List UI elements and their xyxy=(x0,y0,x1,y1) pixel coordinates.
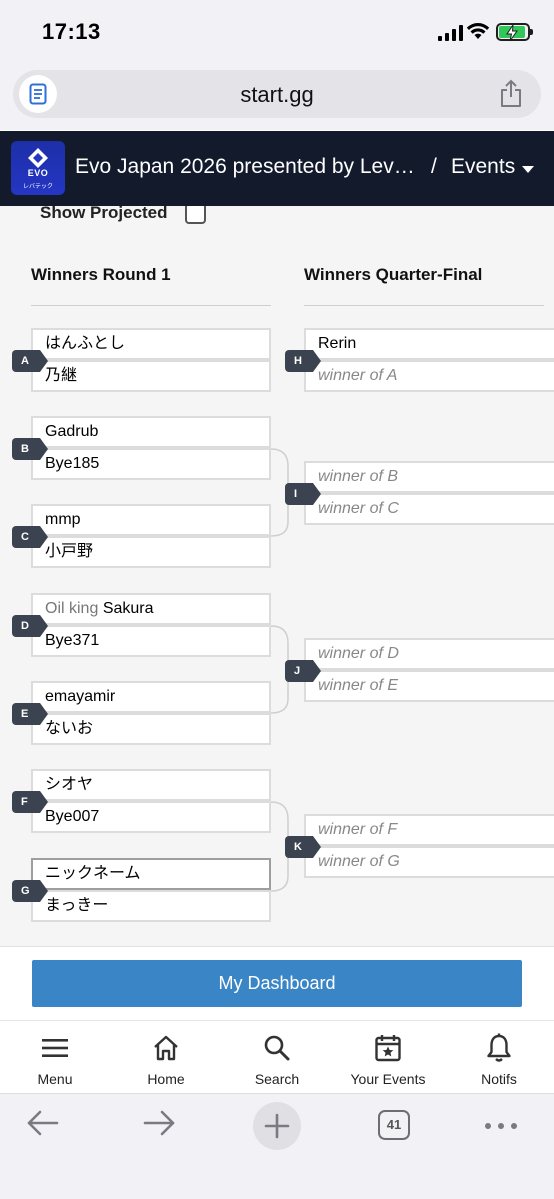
bracket-match[interactable]: Rerin winner of A xyxy=(304,328,554,393)
match-id-badge: H xyxy=(285,350,321,372)
cellular-signal-icon xyxy=(438,24,463,41)
calendar-star-icon xyxy=(375,1035,401,1062)
bell-icon xyxy=(487,1033,511,1062)
bracket-match[interactable]: シオヤ Bye007 xyxy=(31,769,271,834)
match-id-badge: A xyxy=(12,350,48,372)
match-entrant[interactable]: winner of D xyxy=(304,638,554,670)
match-id-badge: D xyxy=(12,615,48,637)
browser-toolbar: 41 xyxy=(0,1093,554,1199)
caret-down-icon[interactable] xyxy=(522,166,534,173)
match-entrant[interactable]: はんふとし xyxy=(31,328,271,360)
tabs-button[interactable]: 41 xyxy=(378,1110,410,1140)
match-id-badge: E xyxy=(12,703,48,725)
bracket-match[interactable]: emayamir ないお xyxy=(31,681,271,746)
match-entrant[interactable]: 小戸野 xyxy=(31,536,271,568)
tab-count: 41 xyxy=(378,1110,410,1140)
match-entrant[interactable]: Rerin xyxy=(304,328,554,360)
arrow-right-icon xyxy=(143,1110,175,1136)
match-entrant[interactable]: Oil king Sakura xyxy=(31,593,271,625)
bracket-match[interactable]: mmp 小戸野 xyxy=(31,504,271,569)
status-time: 17:13 xyxy=(42,19,101,44)
tab-your-events[interactable]: Your Events xyxy=(333,1033,443,1087)
match-entrant[interactable]: Gadrub xyxy=(31,416,271,448)
wifi-icon xyxy=(466,23,490,39)
plus-icon xyxy=(264,1113,290,1139)
status-bar: 17:13 xyxy=(0,0,554,64)
tab-label: Home xyxy=(147,1071,185,1087)
menu-icon xyxy=(42,1039,68,1057)
match-entrant[interactable]: winner of C xyxy=(304,493,554,525)
tab-home[interactable]: Home xyxy=(111,1033,221,1087)
match-id-badge: J xyxy=(285,660,321,682)
logo-brand-text: EVO xyxy=(27,168,49,178)
bracket-view[interactable]: Show Projected Winners Round 1 Winners Q… xyxy=(0,206,554,946)
dashboard-bar: My Dashboard xyxy=(0,946,554,1020)
breadcrumb-separator: / xyxy=(431,155,437,178)
match-entrant[interactable]: winner of G xyxy=(304,846,554,878)
match-id-badge: B xyxy=(12,438,48,460)
bracket-match[interactable]: Oil king Sakura Bye371 xyxy=(31,593,271,658)
bracket-match[interactable]: winner of B winner of C xyxy=(304,461,554,526)
match-entrant[interactable]: まっきー xyxy=(31,890,271,922)
address-bar[interactable]: start.gg xyxy=(13,70,541,118)
match-entrant[interactable]: Bye371 xyxy=(31,625,271,657)
match-entrant[interactable]: ないお xyxy=(31,713,271,745)
home-icon xyxy=(154,1035,178,1061)
new-tab-button[interactable] xyxy=(253,1102,301,1150)
battery-charging-icon xyxy=(496,23,533,42)
tab-label: Your Events xyxy=(350,1071,426,1087)
tournament-title[interactable]: Evo Japan 2026 presented by Levtech xyxy=(75,155,420,179)
more-dots-icon xyxy=(485,1123,517,1129)
match-entrant[interactable]: 乃継 xyxy=(31,360,271,392)
my-dashboard-button[interactable]: My Dashboard xyxy=(32,960,522,1007)
match-id-badge: F xyxy=(12,791,48,813)
url-text: start.gg xyxy=(240,82,314,107)
match-entrant[interactable]: Bye007 xyxy=(31,801,271,833)
forward-button[interactable] xyxy=(142,1108,176,1138)
tab-menu[interactable]: Menu xyxy=(0,1033,110,1087)
match-entrant[interactable]: ニックネーム xyxy=(31,858,271,890)
sponsor-prefix: Oil king xyxy=(45,600,99,617)
events-dropdown[interactable]: Events xyxy=(451,155,515,179)
bracket-match[interactable]: winner of F winner of G xyxy=(304,814,554,879)
match-id-badge: G xyxy=(12,880,48,902)
tournament-logo[interactable]: EVO レバテック xyxy=(11,141,65,195)
match-entrant[interactable]: mmp xyxy=(31,504,271,536)
match-entrant[interactable]: winner of B xyxy=(304,461,554,493)
arrow-left-icon xyxy=(27,1110,59,1136)
browser-address-area: start.gg xyxy=(0,64,554,130)
back-button[interactable] xyxy=(26,1108,60,1138)
share-button[interactable] xyxy=(499,79,523,114)
site-tab-bar: Menu Home Search Your Events Notifs xyxy=(0,1020,554,1093)
match-entrant[interactable]: emayamir xyxy=(31,681,271,713)
evo-logo-mark xyxy=(28,148,48,168)
tab-label: Search xyxy=(254,1071,300,1087)
logo-sub-text: レバテック xyxy=(22,184,53,190)
bracket-match[interactable]: ニックネーム まっきー xyxy=(31,858,271,923)
match-entrant[interactable]: シオヤ xyxy=(31,769,271,801)
match-entrant[interactable]: winner of A xyxy=(304,360,554,392)
match-id-badge: C xyxy=(12,526,48,548)
search-icon xyxy=(264,1035,290,1061)
match-entrant[interactable]: winner of E xyxy=(304,670,554,702)
bracket-match[interactable]: Gadrub Bye185 xyxy=(31,416,271,481)
match-entrant[interactable]: winner of F xyxy=(304,814,554,846)
match-id-badge: K xyxy=(285,836,321,858)
tab-search[interactable]: Search xyxy=(222,1033,332,1087)
bracket-match[interactable]: winner of D winner of E xyxy=(304,638,554,703)
tab-notifs[interactable]: Notifs xyxy=(444,1033,554,1087)
entrant-name: Sakura xyxy=(102,600,154,617)
more-button[interactable] xyxy=(484,1122,518,1130)
tab-label: Notifs xyxy=(481,1071,517,1087)
share-icon xyxy=(501,79,521,107)
tab-label: Menu xyxy=(37,1071,73,1087)
match-id-badge: I xyxy=(285,483,321,505)
bracket-match[interactable]: はんふとし 乃継 xyxy=(31,328,271,393)
match-entrant[interactable]: Bye185 xyxy=(31,448,271,480)
site-header: EVO レバテック Evo Japan 2026 presented by Le… xyxy=(0,131,554,206)
